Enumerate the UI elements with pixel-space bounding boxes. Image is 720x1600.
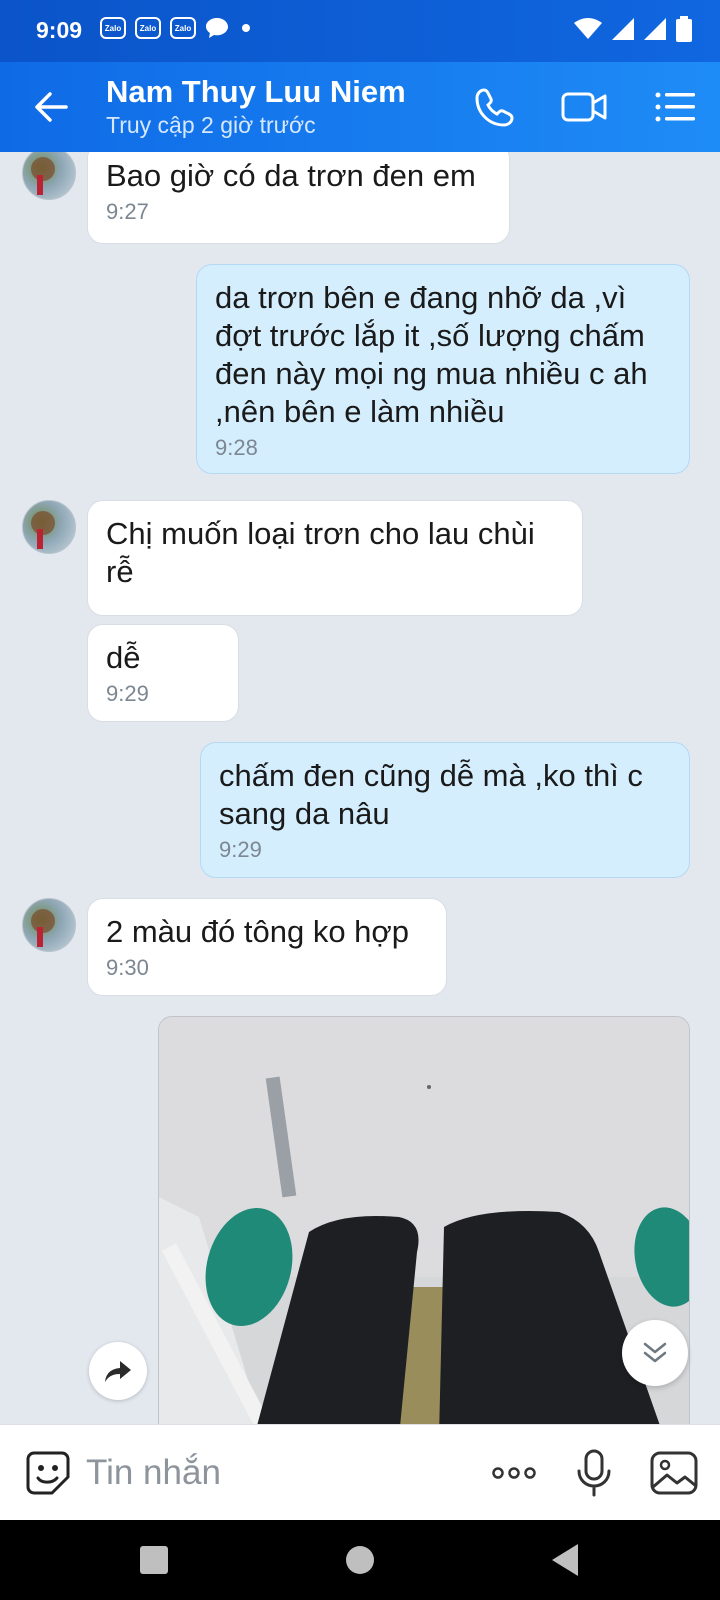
message-time: 9:29: [219, 837, 262, 862]
zalo-notification-icon: Zalo: [135, 17, 161, 39]
message-text: Chị muốn loại trơn cho lau chùi rễ: [106, 516, 535, 589]
message-time: 9:30: [106, 955, 149, 980]
message-time: 9:28: [215, 435, 258, 460]
forward-share-button[interactable]: [89, 1342, 147, 1400]
cell-signal-icon: [612, 18, 634, 40]
double-chevron-down-icon: [643, 1342, 667, 1363]
message-bubble-outgoing[interactable]: chấm đen cũng dễ mà ,ko thì c sang da nâ…: [200, 742, 690, 878]
status-time: 9:09: [36, 17, 83, 43]
message-text: da trơn bên e đang nhỡ da ,vì đợt trước …: [215, 280, 648, 429]
message-text: dễ: [106, 640, 141, 675]
notification-icons: Zalo Zalo Zalo: [100, 17, 250, 39]
chat-header: Nam Thuy Luu Niem Truy cập 2 giờ trước: [0, 62, 720, 152]
phone-call-icon[interactable]: [470, 82, 520, 132]
zalo-notification-icon: Zalo: [170, 17, 196, 39]
image-gallery-icon[interactable]: [648, 1447, 700, 1499]
sticker-emoji-icon[interactable]: [24, 1449, 72, 1497]
wifi-icon: [574, 18, 602, 39]
message-bubble-incoming[interactable]: Bao giờ có da trơn đen em 9:27: [87, 152, 510, 244]
menu-list-icon[interactable]: [650, 82, 700, 132]
status-bar: 9:09 Zalo Zalo Zalo: [0, 0, 720, 62]
avatar[interactable]: [22, 500, 76, 554]
forward-arrow-icon: [105, 1361, 131, 1382]
message-list[interactable]: Bao giờ có da trơn đen em 9:27 da trơn b…: [0, 152, 720, 1424]
message-time: 9:29: [106, 681, 149, 706]
video-call-icon[interactable]: [560, 82, 610, 132]
message-bubble-incoming[interactable]: Chị muốn loại trơn cho lau chùi rễ: [87, 500, 583, 616]
message-composer: [0, 1424, 720, 1520]
microphone-icon[interactable]: [568, 1447, 620, 1499]
recent-apps-icon[interactable]: [134, 1540, 174, 1580]
back-arrow-icon[interactable]: [28, 84, 74, 130]
photo-image: [159, 1017, 689, 1424]
contact-name[interactable]: Nam Thuy Luu Niem: [106, 74, 406, 110]
message-text: Bao giờ có da trơn đen em: [106, 158, 476, 193]
message-bubble-incoming[interactable]: 2 màu đó tông ko hợp 9:30: [87, 898, 447, 996]
status-indicators: [574, 16, 692, 42]
message-text: 2 màu đó tông ko hợp: [106, 914, 409, 949]
more-options-icon[interactable]: [488, 1447, 540, 1499]
cell-signal-icon: [644, 18, 666, 40]
message-text: chấm đen cũng dễ mà ,ko thì c sang da nâ…: [219, 758, 643, 831]
avatar[interactable]: [22, 152, 76, 200]
more-notifications-dot-icon: [242, 24, 250, 32]
system-navigation-bar: [0, 1520, 720, 1600]
photo-message[interactable]: [158, 1016, 690, 1424]
message-input[interactable]: [86, 1447, 456, 1499]
message-bubble-incoming[interactable]: dễ 9:29: [87, 624, 239, 722]
avatar[interactable]: [22, 898, 76, 952]
chat-bubble-icon: [206, 18, 228, 38]
scroll-to-bottom-button[interactable]: [622, 1320, 688, 1386]
message-time: 9:27: [106, 199, 149, 224]
message-bubble-outgoing[interactable]: da trơn bên e đang nhỡ da ,vì đợt trước …: [196, 264, 690, 474]
back-nav-icon[interactable]: [546, 1540, 586, 1580]
battery-icon: [676, 16, 692, 42]
zalo-notification-icon: Zalo: [100, 17, 126, 39]
home-icon[interactable]: [340, 1540, 380, 1580]
last-seen-status: Truy cập 2 giờ trước: [106, 112, 316, 138]
